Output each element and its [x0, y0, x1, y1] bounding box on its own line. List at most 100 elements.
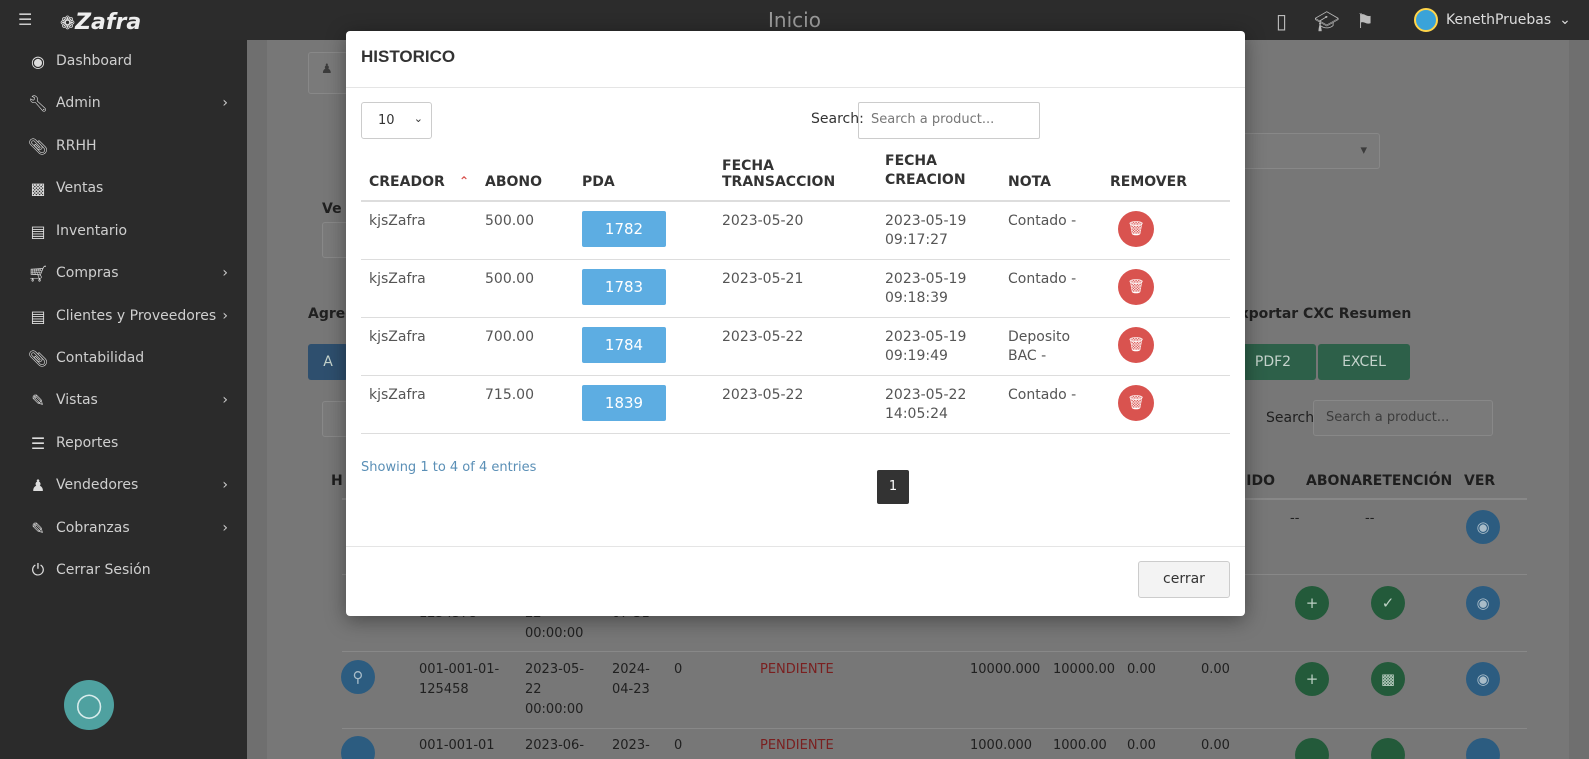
pda-button[interactable]: 1782	[582, 211, 666, 247]
sidebar-item-compras[interactable]: 🛒︎ Compras ›	[26, 258, 236, 288]
row1-retencion: --	[1365, 511, 1375, 526]
row3-v3: 0.00	[1127, 662, 1156, 677]
col-fecha-transaccion[interactable]: FECHA TRANSACCION	[714, 147, 877, 202]
pdf2-button-label: PDF2	[1254, 354, 1292, 370]
cell-abono: 715.00	[477, 375, 574, 434]
view-eye-icon[interactable]: ◉	[1466, 510, 1500, 544]
pda-button[interactable]: 1783	[582, 268, 666, 305]
sidebar-item-reportes[interactable]: ☰ Reportes	[26, 428, 236, 458]
book-icon: ▤	[30, 221, 46, 241]
search-icon[interactable]: ⚲	[341, 660, 375, 694]
col-abono[interactable]: ABONO	[477, 147, 574, 202]
page-length-value: 10	[378, 113, 395, 128]
trash-icon[interactable]: 🗑︎	[1118, 211, 1154, 247]
avatar	[1414, 8, 1438, 32]
col-pda[interactable]: PDA	[574, 147, 714, 202]
divider	[342, 728, 1527, 729]
view-eye-icon[interactable]	[1466, 738, 1500, 759]
view-eye-icon[interactable]: ◉	[1466, 586, 1500, 620]
historico-table: CREADOR ⌃ ABONO PDA FECHA TRANSACCION FEC…	[361, 147, 1230, 434]
close-button[interactable]: cerrar	[1138, 561, 1230, 598]
money-icon[interactable]: ▩	[1371, 662, 1405, 696]
add-payment-icon[interactable]: +	[1295, 586, 1329, 620]
col-remover[interactable]: REMOVER	[1102, 147, 1230, 202]
excel-button[interactable]: EXCEL	[1318, 344, 1410, 380]
cell-fecha-creacion: 2023-05-22 14:05:24	[877, 375, 1000, 434]
cell-abono: 700.00	[477, 317, 574, 376]
sidebar-item-label: Vistas	[56, 392, 98, 408]
trash-icon[interactable]: 🗑︎	[1118, 384, 1154, 421]
trash-icon[interactable]: 🗑︎	[1118, 326, 1154, 363]
sidebar-item-cobranzas[interactable]: ✎ Cobranzas ›	[26, 513, 236, 543]
cell-remover: 🗑︎	[1102, 259, 1230, 318]
tab-user[interactable]: ♟	[308, 52, 348, 94]
sidebar-item-label: Contabilidad	[56, 350, 145, 366]
sidebar-item-label: Dashboard	[56, 53, 132, 69]
sidebar-item-label: Inventario	[56, 223, 128, 239]
sidebar-item-inventario[interactable]: ▤ Inventario	[26, 216, 236, 246]
sidebar-item-ventas[interactable]: ▩ Ventas	[26, 173, 236, 203]
search-icon[interactable]	[341, 736, 375, 759]
sidebar-item-admin[interactable]: 🔧︎ Admin ›	[26, 88, 236, 118]
row3-date2a: 2024-	[612, 662, 650, 677]
sidebar-item-vendedores[interactable]: ♟ Vendedores ›	[26, 470, 236, 500]
caret-down-icon: ▾	[1360, 143, 1367, 158]
cell-nota: Deposito BAC -	[1000, 317, 1102, 376]
cell-nota: Contado -	[1000, 201, 1102, 260]
fecha-creacion-text: 2023-05-19 09:17:27	[885, 213, 967, 248]
bg-header-retencion: RETENCIÓN	[1362, 473, 1453, 489]
table-row: kjsZafra 500.00 1783 2023-05-21 2023-05-…	[361, 259, 1230, 318]
col-label: ABONO	[485, 174, 543, 190]
sidebar-item-clientes-proveedores[interactable]: ▤ Clientes y Proveedores ›	[26, 301, 236, 331]
sidebar-item-label: Ventas	[56, 180, 104, 196]
power-icon: ⏻	[31, 560, 45, 579]
cell-pda: 1782	[574, 201, 714, 260]
palette-icon: ◉	[31, 51, 45, 71]
search-input[interactable]: Search a product...	[858, 102, 1040, 139]
sidebar-item-rrhh[interactable]: 📎︎ RRHH	[26, 131, 236, 161]
row3-v2: 10000.00	[1053, 662, 1116, 677]
background-search-input[interactable]: Search a product...	[1313, 400, 1493, 436]
add-payment-icon[interactable]	[1295, 738, 1329, 759]
check-icon[interactable]	[1371, 738, 1405, 759]
background-length-select[interactable]	[322, 401, 348, 437]
user-menu[interactable]: KenethPruebas ⌄	[1414, 8, 1571, 32]
row3-doc-a: 001-001-01-	[419, 662, 500, 677]
table-header-row: CREADOR ⌃ ABONO PDA FECHA TRANSACCION FEC…	[361, 147, 1230, 202]
sidebar-item-cerrar-sesion[interactable]: ⏻ Cerrar Sesión	[26, 555, 236, 585]
cell-fecha-creacion: 2023-05-19 09:18:39	[877, 259, 1000, 318]
add-button[interactable]: A	[308, 344, 348, 380]
search-label: Search:	[811, 111, 864, 127]
sidebar-item-contabilidad[interactable]: 📎︎ Contabilidad	[26, 343, 236, 373]
table-row: kjsZafra 500.00 1782 2023-05-20 2023-05-…	[361, 201, 1230, 260]
col-nota[interactable]: NOTA	[1000, 147, 1102, 202]
trash-icon[interactable]: 🗑︎	[1118, 268, 1154, 305]
pda-button[interactable]: 1839	[582, 384, 666, 421]
tags-icon[interactable]: ⚑	[1356, 9, 1374, 33]
sidebar-item-label: Admin	[56, 95, 101, 111]
excel-button-label: EXCEL	[1342, 354, 1386, 370]
page-title: Inicio	[768, 8, 821, 32]
label-ve: Ve	[322, 201, 342, 217]
add-payment-icon[interactable]: +	[1295, 662, 1329, 696]
sidebar-item-vistas[interactable]: ✎ Vistas ›	[26, 385, 236, 415]
col-fecha-creacion[interactable]: FECHA CREACION	[877, 147, 1000, 202]
lightbulb-icon[interactable]: ◯	[64, 680, 114, 730]
sidebar-item-dashboard[interactable]: ◉ Dashboard	[26, 46, 236, 76]
fecha-creacion-text: 2023-05-22 14:05:24	[885, 386, 967, 422]
sidebar-item-label: Cerrar Sesión	[56, 562, 151, 578]
graduation-cap-icon[interactable]: 🎓︎	[1314, 9, 1339, 33]
view-eye-icon[interactable]: ◉	[1466, 662, 1500, 696]
row4-doc: 001-001-01	[419, 738, 495, 753]
col-label: REMOVER	[1110, 174, 1187, 190]
divider	[342, 651, 1527, 652]
background-select[interactable]: ▾	[1227, 133, 1380, 169]
mobile-icon[interactable]: ▯	[1276, 9, 1287, 33]
edit-icon: ✎	[31, 390, 45, 410]
pda-button[interactable]: 1784	[582, 326, 666, 363]
row3-date1b: 22	[525, 682, 542, 697]
col-creador[interactable]: CREADOR ⌃	[361, 147, 477, 202]
pagination-page-1[interactable]: 1	[877, 470, 909, 504]
check-icon[interactable]: ✓	[1371, 586, 1405, 620]
page-length-select[interactable]: 10 ⌄	[361, 102, 432, 139]
